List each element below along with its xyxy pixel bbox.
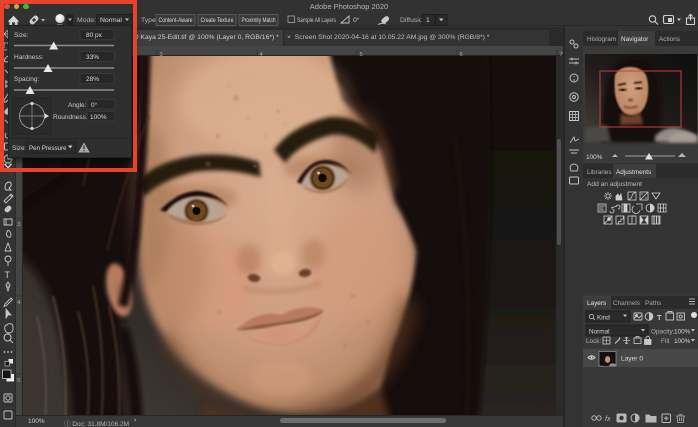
svg-text:Kind: Kind (597, 315, 610, 322)
svg-text:5: 5 (17, 378, 20, 384)
svg-text:Normal: Normal (589, 329, 610, 336)
svg-text:100%: 100% (586, 154, 603, 161)
svg-text:Layer 0: Layer 0 (621, 356, 643, 363)
svg-text:Layers: Layers (587, 300, 606, 307)
svg-text:Add an adjustment: Add an adjustment (587, 181, 642, 188)
svg-text:Channels: Channels (613, 300, 640, 307)
svg-text:Content-Aware: Content-Aware (159, 17, 193, 24)
svg-text:Adjustments: Adjustments (616, 169, 651, 176)
svg-text:Lock:: Lock: (586, 338, 601, 345)
svg-text:Proximity Match: Proximity Match (242, 17, 276, 24)
svg-text:0°: 0° (353, 16, 360, 24)
svg-text:Paths: Paths (645, 300, 661, 307)
svg-text:fx: fx (605, 416, 611, 423)
svg-text:T: T (657, 313, 662, 322)
svg-text:Create Texture: Create Texture (201, 17, 234, 24)
svg-text:3: 3 (17, 222, 20, 228)
svg-text:1: 1 (426, 17, 430, 24)
svg-text:Navigator: Navigator (621, 36, 649, 43)
svg-text:4: 4 (17, 300, 21, 306)
svg-text:Type:: Type: (141, 17, 158, 24)
svg-text:100%: 100% (674, 329, 691, 336)
svg-text:Sample All Layers: Sample All Layers (297, 17, 336, 24)
svg-text:Opacity:: Opacity: (651, 329, 675, 336)
svg-text:Actions: Actions (659, 36, 680, 43)
svg-text:100%: 100% (674, 338, 691, 345)
svg-text:T: T (5, 270, 11, 280)
svg-text:Histogram: Histogram (587, 36, 616, 43)
svg-text:Fill:: Fill: (661, 338, 671, 345)
svg-text:Libraries: Libraries (587, 169, 612, 176)
